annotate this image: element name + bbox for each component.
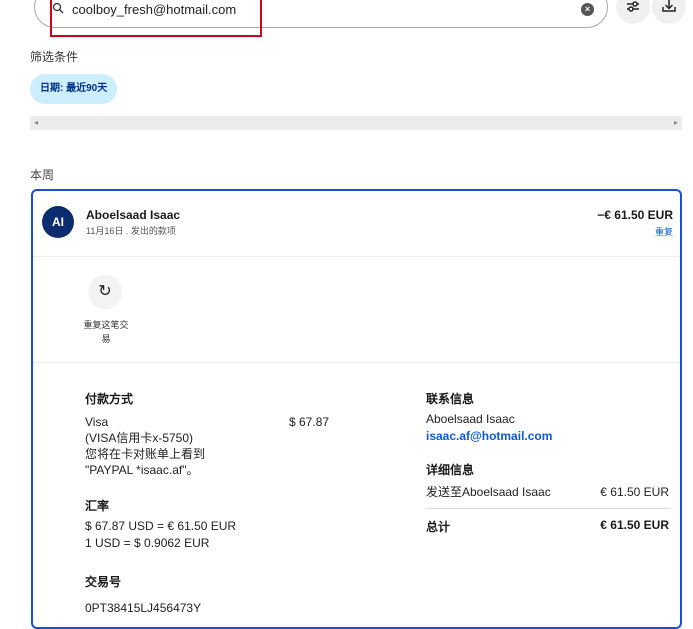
details-divider xyxy=(426,508,671,509)
scroll-left-icon[interactable]: ◂ xyxy=(34,116,38,130)
section-week-label: 本周 xyxy=(30,168,55,182)
card-detail: (VISA信用卡x-5750) xyxy=(85,431,194,445)
payment-amount: $ 67.87 xyxy=(289,415,330,429)
scroll-right-icon[interactable]: ▸ xyxy=(674,116,678,130)
repeat-link[interactable]: 重复 xyxy=(655,225,673,238)
transaction-subline: 11月16日 . 发出的款项 xyxy=(86,226,176,236)
refresh-icon: ↻ xyxy=(98,283,112,300)
download-button[interactable] xyxy=(652,0,686,24)
exchange-line: $ 67.87 USD = € 61.50 EUR xyxy=(85,519,237,533)
search-icon xyxy=(52,2,64,14)
horizontal-scrollbar[interactable]: ◂ ▸ xyxy=(30,116,682,130)
search-input[interactable]: coolboy_fresh@hotmail.com xyxy=(72,2,236,17)
sent-to-label: 发送至Aboelsaad Isaac xyxy=(426,485,551,499)
exchange-rate-line: 1 USD = $ 0.9062 EUR xyxy=(85,536,210,550)
contact-heading: 联系信息 xyxy=(426,392,475,406)
transaction-amount: −€ 61.50 EUR xyxy=(597,208,673,222)
card-name: Visa xyxy=(85,415,109,429)
avatar: AI xyxy=(42,206,74,238)
transaction-id-heading: 交易号 xyxy=(85,575,122,589)
contact-email-link[interactable]: isaac.af@hotmail.com xyxy=(426,428,552,444)
date-filter-chip[interactable]: 日期: 最近90天 xyxy=(30,74,118,104)
contact-name: Aboelsaad Isaac xyxy=(426,412,515,426)
counterparty-name: Aboelsaad Isaac xyxy=(86,208,181,222)
divider xyxy=(33,256,680,257)
filter-label: 筛选条件 xyxy=(30,50,79,64)
filter-settings-button[interactable] xyxy=(616,0,650,24)
divider xyxy=(33,362,680,363)
exchange-rate-heading: 汇率 xyxy=(85,499,110,513)
transaction-card[interactable] xyxy=(31,189,682,629)
total-amount: € 61.50 EUR xyxy=(600,518,669,532)
total-label: 总计 xyxy=(426,520,451,534)
sliders-icon xyxy=(627,1,639,12)
download-icon xyxy=(662,0,676,12)
statement-note: 您将在卡对账单上看到 xyxy=(85,447,206,461)
details-heading: 详细信息 xyxy=(426,463,475,477)
statement-descriptor: "PAYPAL *isaac.af"。 xyxy=(85,463,199,477)
payment-method-heading: 付款方式 xyxy=(85,392,134,406)
transaction-id: 0PT38415LJ456473Y xyxy=(85,601,202,615)
repeat-transaction-button[interactable]: ↻ xyxy=(88,275,122,309)
clear-search-icon[interactable]: × xyxy=(581,3,594,16)
sent-amount: € 61.50 EUR xyxy=(600,485,669,499)
repeat-transaction-label: 重复这笔交易 xyxy=(83,320,129,344)
